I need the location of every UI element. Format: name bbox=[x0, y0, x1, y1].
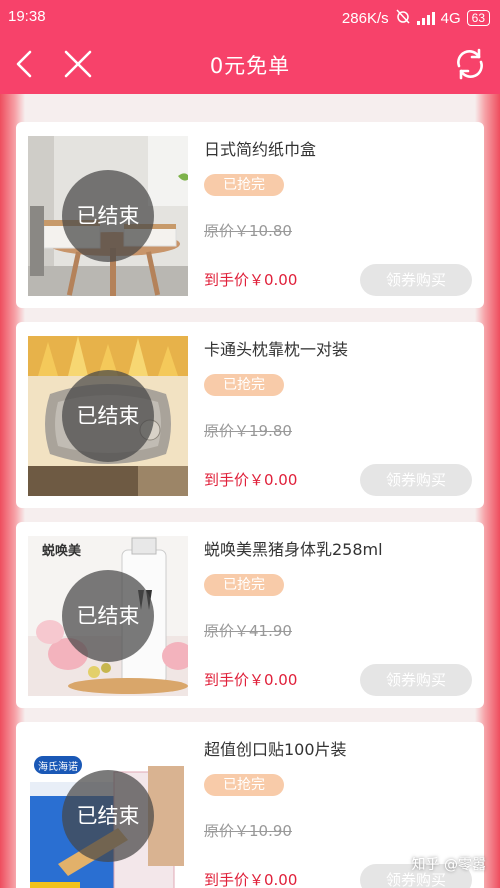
original-price: 原价￥10.80 bbox=[204, 222, 292, 240]
product-name[interactable]: 卡通头枕靠枕一对装 bbox=[204, 336, 348, 360]
final-price: 到手价￥0.00 bbox=[204, 671, 298, 689]
product-card[interactable]: 蜕唤美 已结束 蜕唤美黑猪身体乳258ml 已抢完 原价￥41.90 到手价￥0… bbox=[16, 522, 484, 708]
product-name[interactable]: 超值创口贴100片装 bbox=[204, 736, 347, 760]
watermark: 知乎 @零嚣 bbox=[411, 857, 486, 873]
alarm-off-icon bbox=[395, 8, 411, 28]
product-name[interactable]: 蜕唤美黑猪身体乳258ml bbox=[204, 536, 383, 560]
ended-overlay: 已结束 bbox=[62, 370, 154, 462]
status-right: 286K/s 4G 63 bbox=[342, 8, 490, 28]
battery-icon: 63 bbox=[466, 10, 490, 26]
product-list[interactable]: 已结束 日式简约纸巾盒 已抢完 原价￥10.80 到手价￥0.00 领券购买 已… bbox=[0, 94, 500, 888]
final-price: 到手价￥0.00 bbox=[204, 471, 298, 489]
product-image-tissue-box[interactable]: 已结束 bbox=[28, 136, 188, 296]
product-card[interactable]: 已结束 日式简约纸巾盒 已抢完 原价￥10.80 到手价￥0.00 领券购买 bbox=[16, 122, 484, 308]
sold-out-badge: 已抢完 bbox=[204, 174, 284, 196]
network-type: 4G bbox=[440, 9, 461, 27]
claim-coupon-button[interactable]: 领券购买 bbox=[360, 264, 472, 296]
brand-logo-label: 海氏海诺 bbox=[38, 762, 78, 773]
product-card[interactable]: 已结束 卡通头枕靠枕一对装 已抢完 原价￥19.80 到手价￥0.00 领券购买 bbox=[16, 322, 484, 508]
final-price: 到手价￥0.00 bbox=[204, 871, 298, 888]
refresh-icon bbox=[457, 48, 483, 80]
original-price: 原价￥10.90 bbox=[204, 822, 292, 840]
ended-overlay: 已结束 bbox=[62, 770, 154, 862]
status-bar: 19:38 286K/s 4G 63 bbox=[0, 0, 500, 34]
claim-coupon-button[interactable]: 领券购买 bbox=[360, 464, 472, 496]
refresh-button[interactable] bbox=[452, 46, 488, 82]
nav-bar: 0元免单 bbox=[0, 34, 500, 94]
signal-icon bbox=[416, 11, 435, 25]
product-image-body-lotion[interactable]: 蜕唤美 已结束 bbox=[28, 536, 188, 696]
original-price: 原价￥19.80 bbox=[204, 422, 292, 440]
sold-out-badge: 已抢完 bbox=[204, 374, 284, 396]
claim-coupon-button[interactable]: 领券购买 bbox=[360, 664, 472, 696]
final-price: 到手价￥0.00 bbox=[204, 271, 298, 289]
sold-out-badge: 已抢完 bbox=[204, 774, 284, 796]
product-image-bandage[interactable]: 海氏海诺 已结束 bbox=[28, 736, 188, 888]
original-price: 原价￥41.90 bbox=[204, 622, 292, 640]
net-speed: 286K/s bbox=[341, 9, 389, 27]
sold-out-badge: 已抢完 bbox=[204, 574, 284, 596]
status-time: 19:38 bbox=[8, 8, 46, 25]
product-name[interactable]: 日式简约纸巾盒 bbox=[204, 136, 316, 160]
page-title: 0元免单 bbox=[209, 54, 291, 78]
ended-overlay: 已结束 bbox=[62, 570, 154, 662]
battery-level: 63 bbox=[471, 11, 485, 25]
product-image-headrest[interactable]: 已结束 bbox=[28, 336, 188, 496]
brand-logo-label: 蜕唤美 bbox=[42, 544, 82, 559]
ended-overlay: 已结束 bbox=[62, 170, 154, 262]
